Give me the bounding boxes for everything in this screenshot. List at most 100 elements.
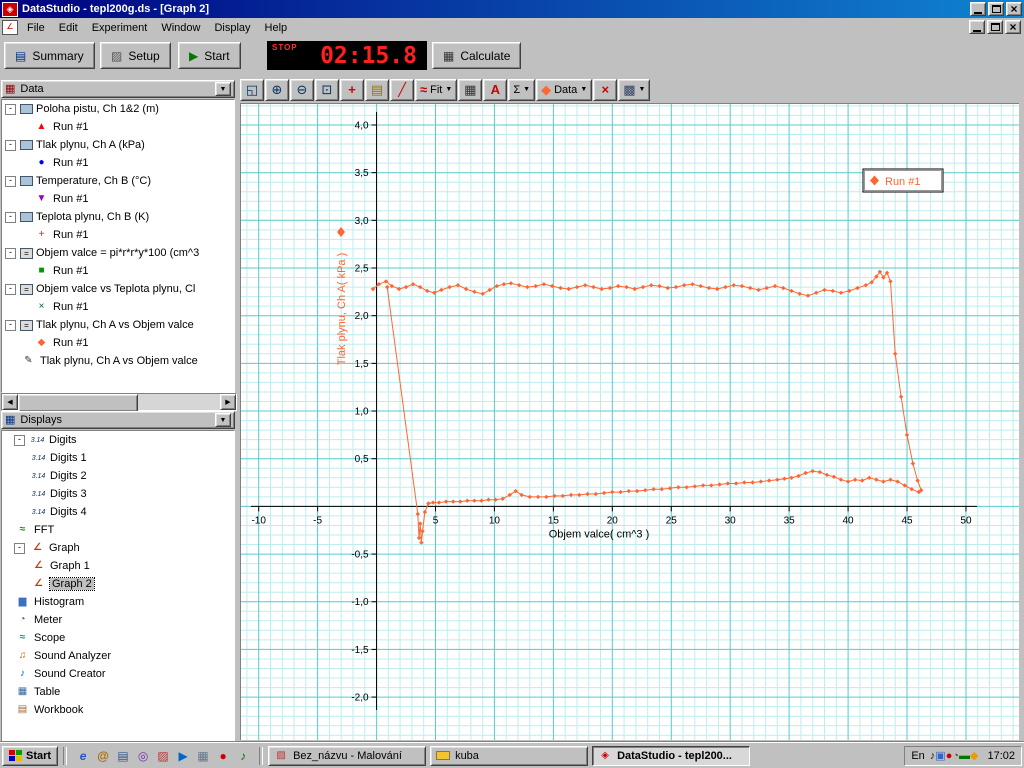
smart-tool-button[interactable]: + <box>340 78 364 101</box>
displays-panel-menu-button[interactable]: ▼ <box>215 413 231 427</box>
display-tree-item[interactable]: ≈ Scope <box>2 629 234 647</box>
messenger-icon[interactable]: ◆ <box>970 750 978 762</box>
sensor-icon <box>20 104 33 114</box>
run-tree-item[interactable]: + Run #1 <box>2 226 234 244</box>
display-tree-item[interactable]: ▆ Histogram <box>2 593 234 611</box>
run-tree-item[interactable]: ▼ Run #1 <box>2 190 234 208</box>
calculator-button[interactable]: ▦ <box>458 78 483 101</box>
menu-experiment[interactable]: Experiment <box>85 20 155 36</box>
display-tree-item[interactable]: 3.14 Digits 1 <box>2 449 234 467</box>
collapse-icon[interactable]: - <box>5 211 16 223</box>
outlook-icon[interactable]: @ <box>95 748 111 764</box>
zoom-in-button[interactable]: ⊕ <box>265 78 289 101</box>
display-tree-item[interactable]: 3.14 Digits 4 <box>2 503 234 521</box>
data-tree-item[interactable]: - = Objem valce = pi*r*r*y*100 (cm^3 <box>2 244 234 262</box>
task-button[interactable]: ◈ DataStudio - tepl200... <box>592 745 751 766</box>
zoom-out-button[interactable]: ⊖ <box>290 78 314 101</box>
scroll-right-button[interactable]: ▶ <box>220 394 236 410</box>
display-tree-item[interactable]: -3.14 Digits <box>2 431 234 449</box>
menu-edit[interactable]: Edit <box>52 20 85 36</box>
display-tree-item[interactable]: 3.14 Digits 2 <box>2 467 234 485</box>
collapse-icon[interactable]: - <box>5 175 16 187</box>
collapse-icon[interactable]: - <box>5 319 16 331</box>
collapse-icon[interactable]: - <box>14 542 25 554</box>
fit-menu-button[interactable]: ≈ Fit ▼ <box>415 78 458 101</box>
run-tree-item[interactable]: ● Run #1 <box>2 154 234 172</box>
keyboard-layout-indicator[interactable]: En <box>911 750 924 762</box>
task-button[interactable]: kuba <box>430 745 589 766</box>
run-tree-item[interactable]: ▲ Run #1 <box>2 118 234 136</box>
display-tree-item[interactable]: ◔ Meter <box>2 611 234 629</box>
start-recording-button[interactable]: ▶ Start <box>178 42 241 69</box>
run-tree-item[interactable]: ◆ Run #1 <box>2 334 234 352</box>
close-button[interactable] <box>1006 2 1022 16</box>
music-icon[interactable]: ♪ <box>235 748 251 764</box>
antivirus-icon[interactable]: ● <box>215 748 231 764</box>
collapse-icon[interactable]: - <box>5 283 16 295</box>
data-tree-item[interactable]: - Temperature, Ch B (°C) <box>2 172 234 190</box>
minimize-button[interactable] <box>970 2 986 16</box>
run-tree-item[interactable]: ■ Run #1 <box>2 262 234 280</box>
note-tool-button[interactable]: ▤ <box>365 78 389 101</box>
menu-display[interactable]: Display <box>207 20 257 36</box>
child-minimize-button[interactable] <box>969 20 985 34</box>
graph-settings-button[interactable]: ▩ ▼ <box>618 78 651 101</box>
data-tree-item[interactable]: - = Tlak plynu, Ch A vs Objem valce <box>2 316 234 334</box>
graph-plot[interactable]: -10 -5 5 10 15 20 25 30 35 40 45 50 4,0 3,5 3,0 2,5 2,0 1… <box>241 104 1019 740</box>
taskbar-clock: 17:02 <box>987 749 1015 762</box>
data-tree-item[interactable]: - Teplota plynu, Ch B (K) <box>2 208 234 226</box>
media-player-icon[interactable]: ▶ <box>175 748 191 764</box>
summary-button[interactable]: ▤ Summary <box>4 42 95 69</box>
calculate-button[interactable]: ▦ Calculate <box>432 42 522 69</box>
display-tree-item[interactable]: ▤ Workbook <box>2 701 234 719</box>
zoom-select-icon: ⊡ <box>321 82 333 97</box>
task-button[interactable]: ▨ Bez_názvu - Malování <box>268 745 427 766</box>
child-close-button[interactable] <box>1005 20 1021 34</box>
menu-file[interactable]: File <box>20 20 52 36</box>
start-menu-button[interactable]: Start <box>2 745 59 766</box>
menu-window[interactable]: Window <box>154 20 207 36</box>
setup-label: Setup <box>128 48 160 63</box>
restore-button[interactable] <box>988 2 1004 16</box>
display-tree-item[interactable]: ▦ Table <box>2 683 234 701</box>
paint-quicklaunch-icon[interactable]: ▨ <box>155 748 171 764</box>
collapse-icon[interactable]: - <box>14 434 25 446</box>
delete-button[interactable]: × <box>593 78 618 101</box>
data-tree-item[interactable]: - Poloha pistu, Ch 1&2 (m) <box>2 100 234 118</box>
display-tree-item[interactable]: ∠ Graph 2 <box>2 575 234 593</box>
document-icon[interactable]: ▦ <box>195 748 211 764</box>
display-tree-item[interactable]: ♪ Sound Creator <box>2 665 234 683</box>
data-panel-menu-button[interactable]: ▼ <box>215 82 231 96</box>
data-tree-hscrollbar[interactable]: ◀ ▶ <box>1 393 237 412</box>
data-tree-item[interactable]: ✎ Tlak plynu, Ch A vs Objem valce <box>2 352 234 370</box>
display-tree-item[interactable]: ∠ Graph 1 <box>2 557 234 575</box>
zoom-select-button[interactable]: ⊡ <box>315 78 339 101</box>
child-restore-button[interactable] <box>987 20 1003 34</box>
channels-icon[interactable]: ◎ <box>135 748 151 764</box>
collapse-icon[interactable]: - <box>5 139 16 151</box>
scale-to-fit-button[interactable]: ◱ <box>240 78 264 101</box>
collapse-icon[interactable]: - <box>5 103 16 115</box>
display-tree-item[interactable]: 3.14 Digits 3 <box>2 485 234 503</box>
text-annotation-button[interactable]: A <box>483 78 508 101</box>
setup-button[interactable]: ▨ Setup <box>100 42 171 69</box>
show-desktop-icon[interactable]: ▤ <box>115 748 131 764</box>
network-icon[interactable]: ▬ <box>959 750 970 762</box>
internet-explorer-icon[interactable]: e <box>75 748 91 764</box>
menu-help[interactable]: Help <box>258 20 295 36</box>
scheduler-icon[interactable]: ◔ <box>952 750 959 762</box>
display-tree-item[interactable]: ≈ FFT <box>2 521 234 539</box>
data-menu-button[interactable]: ◆ Data ▼ <box>536 78 593 101</box>
collapse-icon[interactable]: - <box>5 247 16 259</box>
display-icon[interactable]: ▣ <box>935 750 945 762</box>
summary-label: Summary <box>32 48 84 63</box>
scroll-left-button[interactable]: ◀ <box>2 394 18 410</box>
scrollbar-thumb[interactable] <box>18 394 138 412</box>
data-tree-item[interactable]: - = Objem valce vs Teplota plynu, Cl <box>2 280 234 298</box>
display-tree-item[interactable]: ♫ Sound Analyzer <box>2 647 234 665</box>
display-tree-item[interactable]: - ∠ Graph <box>2 539 234 557</box>
slope-tool-button[interactable]: ╱ <box>390 78 414 101</box>
data-tree-item[interactable]: - Tlak plynu, Ch A (kPa) <box>2 136 234 154</box>
statistics-button[interactable]: Σ ▼ <box>508 78 536 101</box>
run-tree-item[interactable]: × Run #1 <box>2 298 234 316</box>
